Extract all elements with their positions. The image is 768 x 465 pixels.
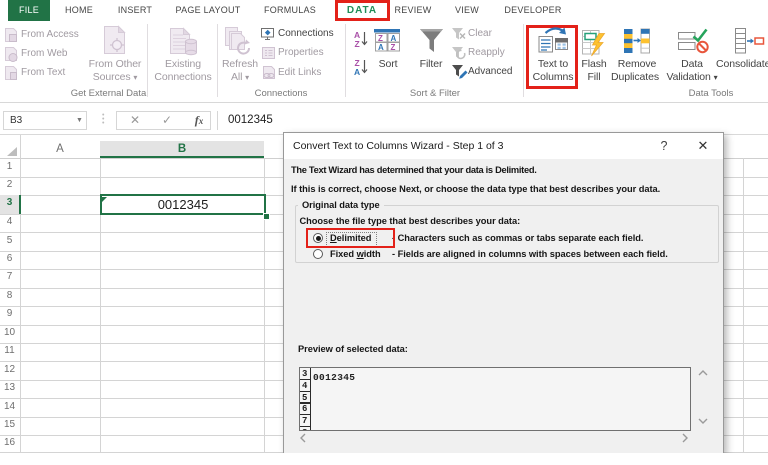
svg-text:Z: Z bbox=[355, 39, 360, 49]
svg-text:Z: Z bbox=[378, 34, 383, 43]
svg-text:Z: Z bbox=[391, 43, 396, 52]
svg-text:A: A bbox=[391, 34, 397, 43]
svg-text:A: A bbox=[354, 67, 360, 77]
svg-text:A: A bbox=[378, 43, 384, 52]
